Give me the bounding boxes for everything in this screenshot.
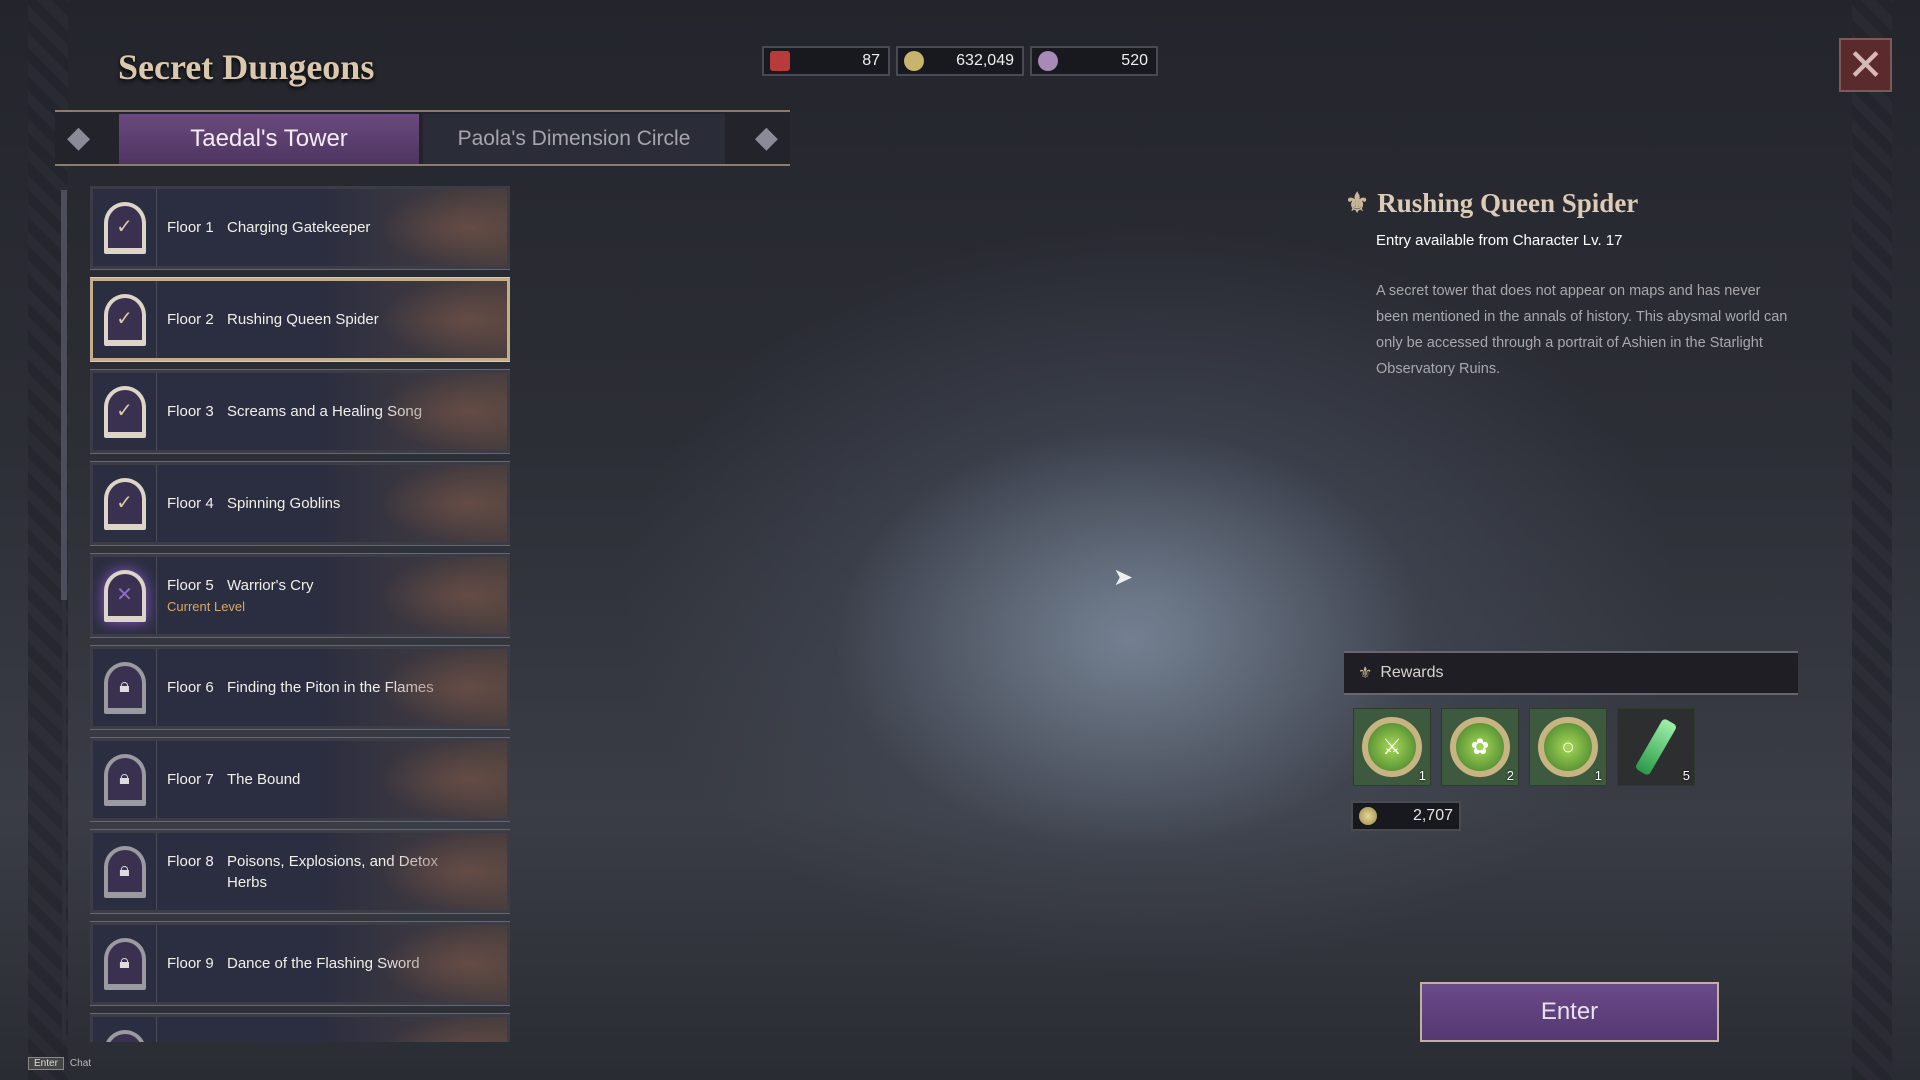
enter-button[interactable]: Enter: [1420, 982, 1719, 1042]
boss-portrait: [377, 833, 507, 910]
green-vial-icon: [1634, 717, 1678, 777]
hooded-figure-icon: [1038, 51, 1058, 71]
floor-number: Floor 4: [167, 495, 214, 512]
floor-name: Rushing Queen Spider: [227, 311, 379, 328]
cleared-check-icon: ✓: [103, 477, 146, 530]
gold-coin-icon: [904, 51, 924, 71]
boss-portrait: [377, 649, 507, 726]
ring-medal-icon: ○: [1538, 717, 1598, 777]
boss-portrait: [377, 925, 507, 1002]
cleared-check-icon: ✓: [103, 293, 146, 346]
floor-number: Floor 6: [167, 679, 214, 696]
floor-row-10-partial[interactable]: [90, 1013, 510, 1042]
gold-reward: 2,707: [1351, 801, 1461, 831]
floor-row-9[interactable]: 🔒︎ Floor 9 Dance of the Flashing Sword: [90, 921, 510, 1006]
lock-icon: [103, 1029, 146, 1042]
reward-item[interactable]: ✿ 2: [1441, 708, 1519, 786]
ticket-icon: [770, 51, 790, 71]
tab-prev-icon[interactable]: ◆: [67, 120, 90, 155]
mouse-cursor-icon: ➤: [1113, 564, 1134, 591]
floor-number: Floor 8: [167, 852, 214, 870]
tab-next-icon[interactable]: ◆: [755, 120, 778, 155]
rewards-label: Rewards: [1380, 664, 1444, 681]
reward-item[interactable]: ⚔ 1: [1353, 708, 1431, 786]
reward-item[interactable]: ○ 1: [1529, 708, 1607, 786]
reward-qty: 2: [1506, 768, 1514, 783]
reward-qty: 1: [1418, 768, 1426, 783]
tab-taedals-tower[interactable]: Taedal's Tower: [119, 114, 419, 164]
floor-number: Floor 3: [167, 403, 214, 420]
currency-ticket: 87: [762, 46, 890, 76]
lock-icon: 🔒︎: [103, 845, 146, 898]
dungeon-description: A secret tower that does not appear on m…: [1376, 283, 1788, 377]
floor-list: ✓ Floor 1 Charging Gatekeeper ✓ Floor 2 Rush…: [90, 186, 510, 1042]
lock-icon: 🔒︎: [103, 661, 146, 714]
lock-icon: 🔒︎: [103, 753, 146, 806]
floor-name: The Bound: [227, 771, 301, 788]
boss-portrait: [377, 373, 507, 450]
enter-key: Enter: [28, 1057, 64, 1070]
floor-number: Floor 7: [167, 771, 214, 788]
floor-number: Floor 1: [167, 219, 214, 236]
floor-row-6[interactable]: 🔒︎ Floor 6 Finding the Piton in the Flames: [90, 645, 510, 730]
boss-portrait: [377, 1017, 507, 1042]
gold-amount: 2,707: [1412, 807, 1453, 824]
tab-bar: ◆ Taedal's Tower Paola's Dimension Circl…: [55, 110, 790, 166]
dungeon-title-text: Rushing Queen Spider: [1377, 188, 1639, 218]
boss-portrait: [377, 557, 507, 634]
reward-item[interactable]: 5: [1617, 708, 1695, 786]
fleur-de-lis-icon: ⚜: [1358, 665, 1373, 682]
chat-hint[interactable]: Enter Chat: [28, 1057, 91, 1070]
crossed-swords-icon: ✕: [103, 569, 146, 622]
floor-name: Warrior's Cry: [227, 576, 314, 594]
floor-name: Charging Gatekeeper: [227, 219, 371, 236]
boss-portrait: [377, 189, 507, 266]
dungeon-title: ⚜ Rushing Queen Spider: [1345, 188, 1638, 219]
currency-value: 87: [862, 52, 880, 69]
lock-icon: 🔒︎: [103, 937, 146, 990]
close-icon: ✕: [1847, 39, 1884, 91]
gold-coin-icon: [1359, 807, 1377, 825]
page-title: Secret Dungeons: [118, 47, 375, 87]
cleared-check-icon: ✓: [103, 385, 146, 438]
chat-label: Chat: [69, 1058, 92, 1069]
scrollbar-thumb[interactable]: [61, 190, 67, 600]
floor-row-2[interactable]: ✓ Floor 2 Rushing Queen Spider: [90, 277, 510, 362]
floor-row-8[interactable]: 🔒︎ Floor 8 Poisons, Explosions, and Detox …: [90, 829, 510, 914]
currency-value: 520: [1121, 52, 1148, 69]
close-button[interactable]: ✕: [1839, 38, 1892, 92]
floor-row-4[interactable]: ✓ Floor 4 Spinning Goblins: [90, 461, 510, 546]
rewards-header: ⚜ Rewards: [1344, 651, 1798, 695]
entry-requirement: Entry available from Character Lv. 17: [1376, 232, 1623, 249]
right-frame-border: [1852, 0, 1892, 1080]
currency-value: 632,049: [956, 52, 1014, 69]
flower-medal-icon: ✿: [1450, 717, 1510, 777]
boss-portrait: [377, 741, 507, 818]
boss-portrait: [377, 465, 507, 542]
currency-gold: 632,049: [896, 46, 1024, 76]
boss-portrait: [377, 281, 507, 358]
floor-row-3[interactable]: ✓ Floor 3 Screams and a Healing Song: [90, 369, 510, 454]
reward-qty: 1: [1594, 768, 1602, 783]
floor-number: Floor 2: [167, 311, 214, 328]
floor-row-7[interactable]: 🔒︎ Floor 7 The Bound: [90, 737, 510, 822]
currency-hooded: 520: [1030, 46, 1158, 76]
reward-qty: 5: [1682, 768, 1690, 783]
floor-number: Floor 9: [167, 955, 214, 972]
floor-name: Spinning Goblins: [227, 495, 341, 512]
floor-row-5[interactable]: ✕ Floor 5 Warrior's Cry Current Level: [90, 553, 510, 638]
cleared-check-icon: ✓: [103, 201, 146, 254]
floor-number: Floor 5: [167, 576, 214, 594]
current-level-label: Current Level: [167, 598, 246, 614]
fleur-de-lis-icon: ⚜: [1345, 188, 1370, 218]
crossed-swords-medal-icon: ⚔: [1362, 717, 1422, 777]
floor-row-1[interactable]: ✓ Floor 1 Charging Gatekeeper: [90, 186, 510, 270]
tab-paolas-dimension-circle[interactable]: Paola's Dimension Circle: [423, 114, 725, 164]
